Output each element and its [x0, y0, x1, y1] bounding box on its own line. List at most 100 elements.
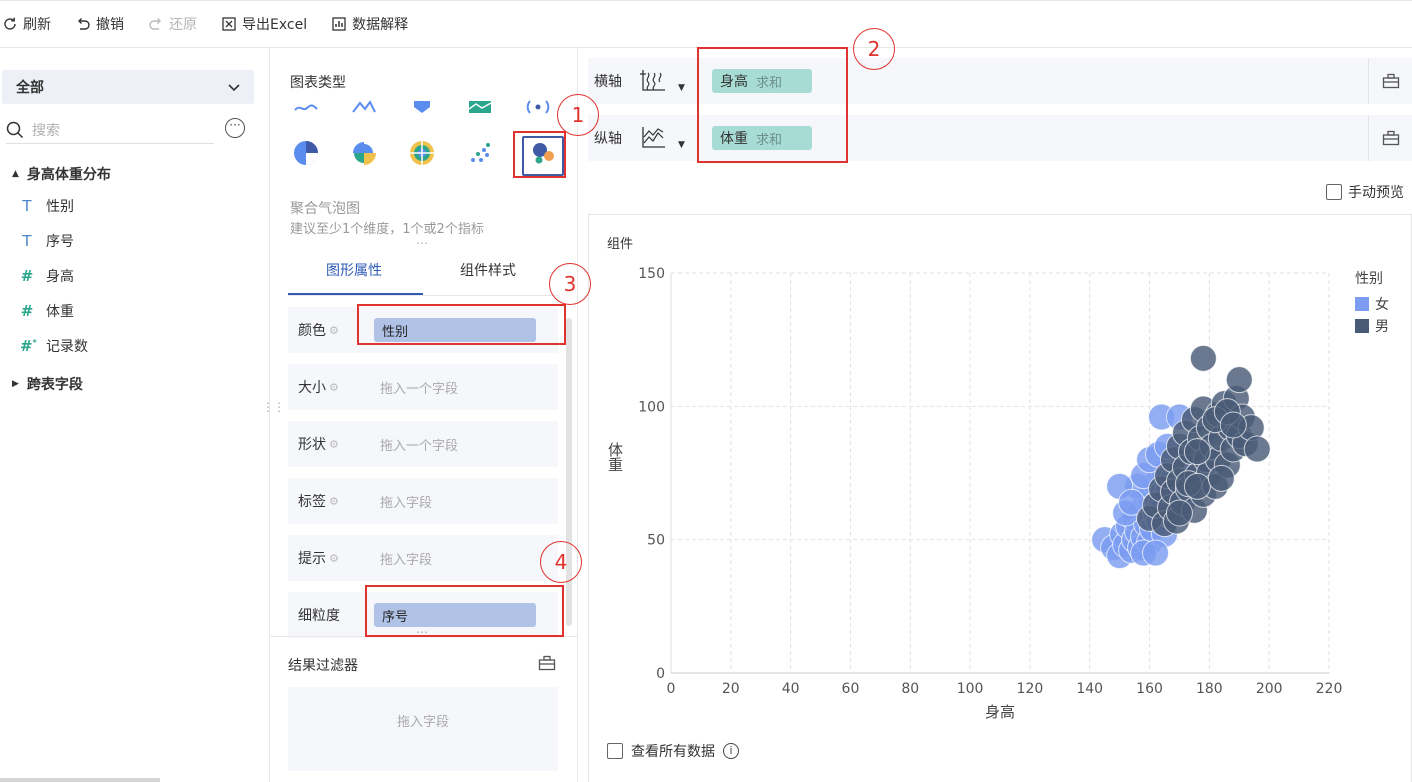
rose-chart-type-icon[interactable]: [348, 140, 380, 166]
y-tick-label: 150: [638, 266, 665, 282]
x-tick-label: 40: [782, 681, 800, 697]
x-tick-label: 20: [722, 681, 740, 697]
calc-number-type-icon: #*: [20, 337, 37, 355]
legend-title: 性别: [1355, 271, 1383, 287]
hexagon-map-type-icon[interactable]: [406, 94, 438, 120]
chart-type-name: 聚合气泡图: [290, 201, 360, 217]
bubble: [1189, 344, 1217, 372]
manual-preview-toggle[interactable]: 手动预览: [1326, 182, 1404, 202]
cross-table-label: 跨表字段: [26, 377, 83, 393]
shape-property[interactable]: 形状 ⚙ 拖入一个字段: [288, 421, 558, 467]
bubble: [1219, 411, 1247, 439]
export-label: 导出Excel: [242, 17, 308, 33]
more-options-icon[interactable]: ···: [225, 118, 245, 138]
tooltip-property[interactable]: 提示 ⚙ 拖入字段: [288, 535, 558, 581]
pie-chart-type-icon[interactable]: [290, 140, 322, 166]
tab-graphic-properties[interactable]: 图形属性: [326, 260, 382, 280]
dataset-select[interactable]: 全部: [2, 70, 254, 104]
field-name: 性别: [46, 199, 74, 215]
search-icon: [6, 121, 24, 138]
filter-title: 结果过滤器: [288, 658, 358, 674]
data-explain-button[interactable]: 数据解释: [331, 14, 408, 34]
gear-icon[interactable]: ⚙: [329, 381, 339, 394]
annotation-badge: 1: [557, 94, 599, 136]
undo-button[interactable]: 撤销: [75, 14, 124, 34]
filter-settings-icon[interactable]: [538, 655, 556, 671]
table-node[interactable]: ▲ 身高体重分布: [12, 164, 111, 184]
property-label: 标签: [298, 494, 326, 510]
field-item[interactable]: #* 记录数: [20, 336, 88, 356]
x-tick-label: 120: [1017, 681, 1044, 697]
gear-icon[interactable]: ⚙: [329, 324, 339, 337]
scatter-chart-type-icon[interactable]: [464, 140, 496, 166]
annotation-badge: 3: [549, 263, 591, 305]
horizontal-scrollbar[interactable]: [0, 778, 160, 782]
manual-preview-checkbox[interactable]: [1326, 184, 1342, 200]
export-excel-button[interactable]: 导出Excel: [221, 14, 307, 34]
size-property[interactable]: 大小 ⚙ 拖入一个字段: [288, 364, 558, 410]
y-axis-dropdown-icon[interactable]: ▼: [678, 140, 685, 150]
annotation-box-chart-type: [513, 131, 566, 178]
x-axis-title: 身高: [985, 703, 1015, 721]
field-name: 身高: [46, 269, 74, 285]
x-tick-label: 220: [1316, 681, 1343, 697]
refresh-icon: [4, 17, 16, 30]
y-axis-icon[interactable]: [640, 126, 670, 150]
number-type-icon: #: [20, 302, 34, 320]
y-tick-label: 0: [656, 666, 665, 682]
view-all-checkbox[interactable]: [607, 743, 623, 759]
x-axis-settings-button[interactable]: [1368, 58, 1412, 104]
chart-panel: 组件 0 20 40 60 80 100 120 140 160 180 200 220 0 50 100 1…: [588, 214, 1412, 782]
x-tick-label: 60: [842, 681, 860, 697]
field-item[interactable]: # 身高: [20, 266, 74, 286]
radar-chart-type-icon[interactable]: [522, 94, 554, 120]
x-axis-label: 横轴: [594, 74, 622, 90]
excel-icon: [222, 17, 236, 31]
x-tick-label: 100: [957, 681, 984, 697]
multi-pie-chart-type-icon[interactable]: [406, 140, 438, 166]
y-tick-label: 50: [647, 533, 665, 549]
area-line-chart-type-icon[interactable]: [348, 94, 380, 120]
field-item[interactable]: # 体重: [20, 301, 74, 321]
x-axis-icon[interactable]: [640, 69, 670, 93]
label-property[interactable]: 标签 ⚙ 拖入字段: [288, 478, 558, 524]
redo-button[interactable]: 还原: [148, 14, 197, 34]
view-all-data[interactable]: 查看所有数据 i: [607, 741, 739, 761]
bubble: [1207, 464, 1235, 492]
field-name: 记录数: [46, 339, 88, 355]
x-tick-label: 180: [1196, 681, 1223, 697]
text-type-icon: T: [22, 232, 32, 250]
property-label: 形状: [298, 437, 326, 453]
y-tick-label: 100: [638, 399, 665, 415]
bubble: [1165, 499, 1193, 527]
map-chart-type-icon[interactable]: [464, 94, 496, 120]
field-item[interactable]: T 性别: [20, 196, 74, 216]
legend-label: 男: [1375, 319, 1389, 335]
gear-icon[interactable]: ⚙: [329, 495, 339, 508]
drop-placeholder: 拖入一个字段: [380, 438, 459, 454]
number-type-icon: #: [20, 267, 34, 285]
x-axis-dropdown-icon[interactable]: ▼: [678, 83, 685, 93]
refresh-button[interactable]: 刷新: [2, 14, 51, 34]
refresh-label: 刷新: [23, 17, 51, 33]
manual-preview-label: 手动预览: [1348, 185, 1404, 201]
gear-icon[interactable]: ⚙: [329, 438, 339, 451]
bubble: [1183, 472, 1211, 500]
filter-drop-zone[interactable]: 拖入字段: [288, 687, 558, 771]
info-icon[interactable]: i: [723, 743, 739, 759]
component-settings-icon: [1382, 130, 1399, 146]
line-chart-type-icon[interactable]: [290, 94, 322, 120]
y-axis-settings-button[interactable]: [1368, 115, 1412, 161]
y-axis-label: 纵轴: [594, 131, 622, 147]
gear-icon[interactable]: ⚙: [329, 552, 339, 565]
cross-table-node[interactable]: ▶ 跨表字段: [12, 374, 83, 394]
drop-placeholder: 拖入字段: [380, 552, 433, 568]
bubble-chart: 0 20 40 60 80 100 120 140 160 180 200 220 0 50 100 150 身…: [606, 266, 1389, 721]
field-search[interactable]: 搜索: [6, 116, 214, 144]
tab-component-style[interactable]: 组件样式: [460, 260, 516, 280]
field-item[interactable]: T 序号: [20, 231, 74, 251]
dataset-label: 全部: [16, 80, 44, 96]
property-label: 大小: [298, 380, 326, 396]
undo-icon: [78, 18, 90, 30]
legend-swatch: [1355, 319, 1369, 333]
